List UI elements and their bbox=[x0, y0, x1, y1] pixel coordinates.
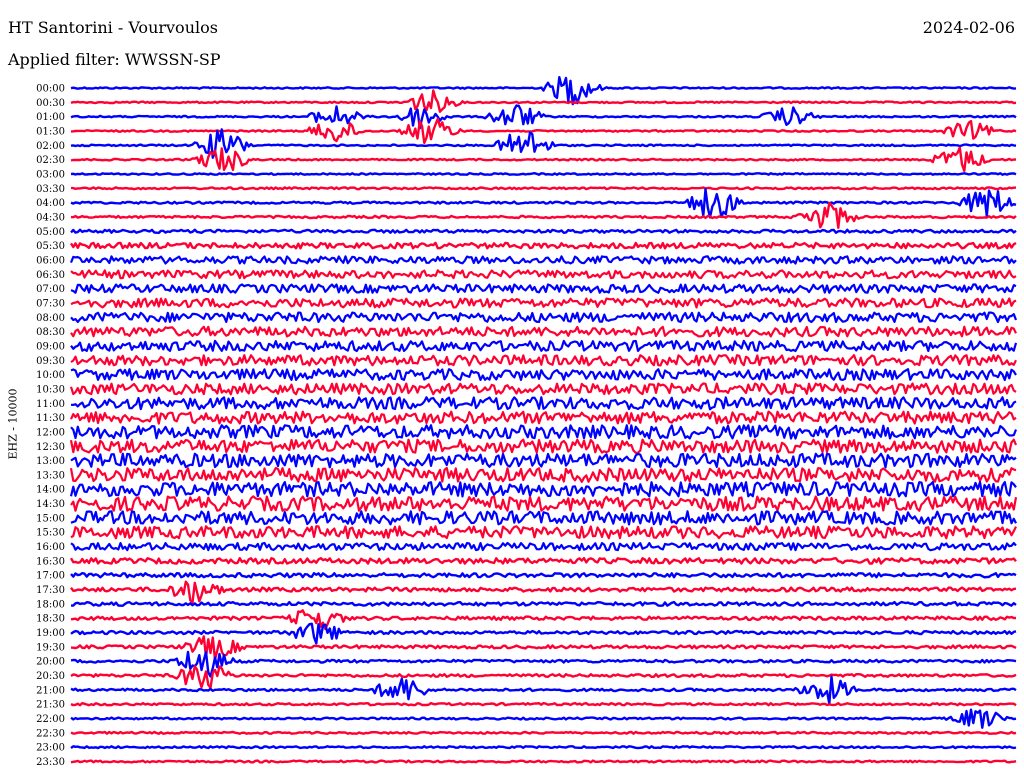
trace-line bbox=[70, 730, 1017, 735]
trace-line bbox=[70, 495, 1018, 512]
trace-line bbox=[70, 609, 1017, 631]
tick-label: 12:30 bbox=[36, 442, 65, 453]
trace-line bbox=[70, 76, 1017, 106]
trace-line bbox=[69, 410, 1017, 425]
tick-label: 19:30 bbox=[36, 642, 65, 653]
trace-line bbox=[70, 708, 1017, 729]
tick-label: 10:30 bbox=[36, 384, 65, 395]
tick-label: 03:30 bbox=[36, 184, 65, 195]
trace-line bbox=[70, 186, 1017, 191]
tick-label: 15:30 bbox=[36, 528, 65, 539]
trace-line bbox=[70, 283, 1017, 294]
tick-label: 16:00 bbox=[36, 542, 65, 553]
trace-line bbox=[70, 297, 1017, 309]
tick-label: 09:30 bbox=[36, 356, 65, 367]
tick-label: 21:30 bbox=[36, 700, 65, 711]
trace-line bbox=[70, 424, 1018, 440]
tick-label: 22:00 bbox=[36, 714, 65, 725]
trace-line bbox=[70, 745, 1017, 750]
trace-line bbox=[69, 481, 1017, 498]
trace-line bbox=[69, 438, 1018, 454]
tick-label: 09:00 bbox=[36, 341, 65, 352]
tick-label: 08:00 bbox=[36, 313, 65, 324]
tick-label: 14:30 bbox=[36, 499, 65, 510]
trace-line bbox=[70, 580, 1017, 604]
tick-label: 00:00 bbox=[36, 84, 65, 95]
tick-label: 16:30 bbox=[36, 556, 65, 567]
tick-label: 13:30 bbox=[36, 470, 65, 481]
tick-label: 05:00 bbox=[36, 227, 65, 238]
tick-label: 05:30 bbox=[36, 241, 65, 252]
tick-label: 11:30 bbox=[36, 413, 65, 424]
trace-line bbox=[70, 525, 1017, 540]
tick-label: 04:00 bbox=[36, 198, 65, 209]
tick-label: 14:00 bbox=[36, 485, 65, 496]
trace-line bbox=[70, 701, 1017, 707]
tick-label: 21:00 bbox=[36, 685, 65, 696]
tick-label: 06:00 bbox=[36, 255, 65, 266]
trace-line bbox=[70, 635, 1017, 661]
tick-label: 07:30 bbox=[36, 298, 65, 309]
trace-line bbox=[70, 600, 1017, 607]
tick-label: 23:00 bbox=[36, 743, 65, 754]
trace-line bbox=[70, 368, 1017, 382]
tick-label: 02:30 bbox=[36, 155, 65, 166]
tick-label: 18:30 bbox=[36, 614, 65, 625]
trace-line bbox=[70, 172, 1017, 176]
tick-label: 18:00 bbox=[36, 599, 65, 610]
trace-line bbox=[70, 541, 1017, 552]
trace-line bbox=[70, 269, 1017, 280]
tick-label: 06:30 bbox=[36, 270, 65, 281]
tick-label: 01:30 bbox=[36, 126, 65, 137]
tick-label: 12:00 bbox=[36, 427, 65, 438]
tick-label: 22:30 bbox=[36, 728, 65, 739]
trace-line bbox=[70, 89, 1017, 113]
trace-line bbox=[70, 311, 1018, 324]
tick-label: 17:00 bbox=[36, 571, 65, 582]
trace-line bbox=[70, 117, 1017, 145]
tick-label: 23:30 bbox=[36, 757, 65, 768]
trace-line bbox=[69, 466, 1017, 483]
trace-line bbox=[70, 354, 1017, 367]
trace-line bbox=[69, 557, 1017, 565]
seismogram-chart: 00:00 00:30 01:00 01:30 02:00 02:30 03:00 03:30… bbox=[36, 76, 1018, 768]
tick-label: 11:00 bbox=[36, 399, 65, 410]
tick-label: 17:30 bbox=[36, 585, 65, 596]
tick-label: 15:00 bbox=[36, 513, 65, 524]
trace-line bbox=[69, 255, 1017, 265]
tick-label: 04:30 bbox=[36, 212, 65, 223]
tick-label: 13:00 bbox=[36, 456, 65, 467]
trace-line bbox=[70, 396, 1017, 411]
trace-line bbox=[70, 339, 1018, 353]
tick-label: 02:00 bbox=[36, 141, 65, 152]
tick-label: 20:00 bbox=[36, 657, 65, 668]
tick-label: 19:00 bbox=[36, 628, 65, 639]
trace-line bbox=[70, 201, 1017, 229]
trace-line bbox=[69, 241, 1017, 250]
trace-line bbox=[70, 188, 1017, 219]
trace-line bbox=[70, 571, 1017, 579]
trace-line bbox=[70, 228, 1017, 234]
trace-line bbox=[69, 382, 1017, 396]
tick-label: 08:30 bbox=[36, 327, 65, 338]
tick-label: 20:30 bbox=[36, 671, 65, 682]
trace-line bbox=[70, 759, 1017, 764]
tick-label: 07:00 bbox=[36, 284, 65, 295]
trace-line bbox=[70, 510, 1017, 526]
trace-line bbox=[70, 104, 1017, 130]
trace-line bbox=[70, 325, 1017, 338]
tick-label: 03:00 bbox=[36, 169, 65, 180]
trace-line bbox=[70, 452, 1017, 469]
tick-label: 01:00 bbox=[36, 112, 65, 123]
tick-label: 10:00 bbox=[36, 370, 65, 381]
tick-label: 00:30 bbox=[36, 98, 65, 109]
